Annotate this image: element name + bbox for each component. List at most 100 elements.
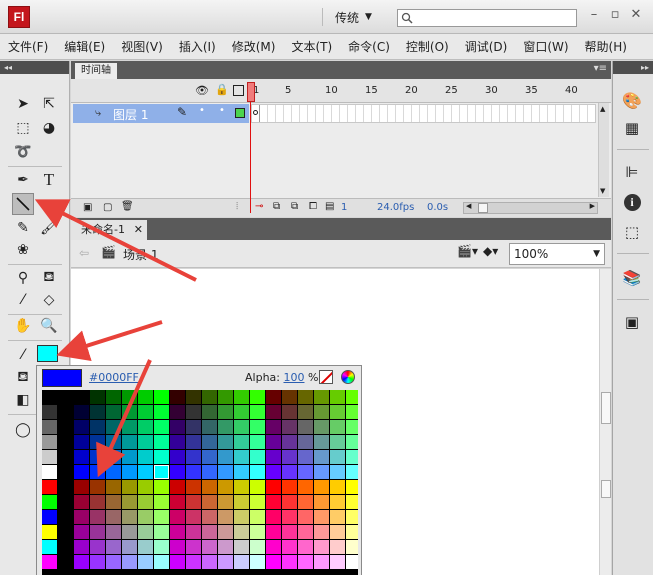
color-swatch[interactable] — [282, 525, 297, 539]
color-swatch[interactable] — [202, 510, 217, 524]
layer-name[interactable]: 图层 1 — [113, 106, 148, 123]
eraser-tool-icon[interactable]: ◇ — [38, 289, 60, 311]
color-swatch[interactable] — [74, 510, 89, 524]
color-swatch[interactable] — [106, 405, 121, 419]
menu-file[interactable]: 文件(F) — [8, 38, 48, 55]
color-swatch[interactable] — [74, 405, 89, 419]
color-swatch[interactable] — [106, 465, 121, 479]
color-swatch[interactable] — [266, 450, 281, 464]
color-swatch[interactable] — [266, 435, 281, 449]
text-tool-icon[interactable]: T — [38, 169, 60, 191]
color-swatch[interactable] — [314, 465, 329, 479]
menu-debug[interactable]: 调试(D) — [465, 38, 508, 55]
color-swatch[interactable] — [282, 465, 297, 479]
scroll-down-icon[interactable]: ▼ — [600, 187, 605, 195]
color-swatch[interactable] — [218, 405, 233, 419]
color-swatch[interactable] — [106, 495, 121, 509]
swatches-panel-icon[interactable]: ▦ — [621, 117, 643, 139]
color-swatch[interactable] — [74, 480, 89, 494]
3d-rotation-tool-icon[interactable]: ◕ — [38, 117, 60, 139]
elapsed-time[interactable]: 0.0s — [427, 202, 448, 213]
color-swatch[interactable] — [138, 465, 153, 479]
lock-dot[interactable]: • — [219, 105, 225, 116]
color-swatch[interactable] — [346, 495, 358, 509]
color-swatch[interactable] — [330, 495, 345, 509]
color-swatch[interactable] — [58, 510, 73, 524]
color-swatch[interactable] — [330, 525, 345, 539]
color-swatch[interactable] — [314, 540, 329, 554]
color-swatch[interactable] — [234, 465, 249, 479]
restore-icon[interactable]: ▫ — [607, 7, 623, 23]
color-swatch[interactable] — [74, 465, 89, 479]
color-swatch[interactable] — [90, 480, 105, 494]
color-swatch[interactable] — [202, 390, 217, 404]
swap-colors-icon[interactable]: ◧ — [12, 389, 34, 411]
edit-symbols-icon[interactable]: ◆▾ — [483, 244, 498, 258]
color-swatch[interactable] — [154, 525, 169, 539]
workspace-switcher[interactable]: 传统 ▼ — [322, 8, 372, 26]
color-swatch[interactable] — [314, 480, 329, 494]
panel-menu-icon[interactable]: ▾≡ — [594, 63, 607, 74]
color-swatch[interactable] — [266, 510, 281, 524]
color-swatch[interactable] — [138, 450, 153, 464]
keyframe[interactable] — [252, 105, 260, 122]
onion-markers-icon[interactable]: ▤ — [325, 201, 334, 212]
transform-panel-icon[interactable]: ⬚ — [621, 221, 643, 243]
scroll-thumb[interactable] — [478, 203, 488, 213]
color-swatch[interactable] — [122, 495, 137, 509]
color-swatch[interactable] — [346, 525, 358, 539]
color-swatch[interactable] — [298, 540, 313, 554]
color-swatch[interactable] — [58, 435, 73, 449]
color-swatch[interactable] — [202, 540, 217, 554]
color-swatch[interactable] — [106, 435, 121, 449]
no-color-icon[interactable] — [319, 370, 333, 384]
color-swatch[interactable] — [122, 465, 137, 479]
color-swatch[interactable] — [298, 480, 313, 494]
color-swatch[interactable] — [186, 435, 201, 449]
color-swatch[interactable] — [186, 465, 201, 479]
menu-control[interactable]: 控制(O) — [406, 38, 449, 55]
stroke-color-swatch[interactable] — [37, 345, 58, 362]
color-swatch[interactable] — [330, 405, 345, 419]
zoom-tool-icon[interactable]: 🔍 — [38, 315, 60, 337]
menu-commands[interactable]: 命令(C) — [348, 38, 390, 55]
close-icon[interactable]: ✕ — [628, 7, 644, 23]
color-swatch[interactable] — [170, 525, 185, 539]
color-swatch[interactable] — [58, 390, 73, 404]
document-tab[interactable]: 未命名-1 ✕ — [71, 220, 147, 240]
color-swatch[interactable] — [330, 390, 345, 404]
color-swatch[interactable] — [58, 405, 73, 419]
color-swatch[interactable] — [234, 555, 249, 569]
color-swatch[interactable] — [218, 465, 233, 479]
color-swatch[interactable] — [346, 450, 358, 464]
color-swatch[interactable] — [154, 420, 169, 434]
color-swatch[interactable] — [282, 480, 297, 494]
color-swatch[interactable] — [74, 555, 89, 569]
color-swatch[interactable] — [314, 435, 329, 449]
color-swatch[interactable] — [58, 450, 73, 464]
menu-view[interactable]: 视图(V) — [121, 38, 163, 55]
color-swatch[interactable] — [218, 495, 233, 509]
new-folder-icon[interactable]: ▢ — [103, 202, 112, 213]
color-swatch[interactable] — [170, 405, 185, 419]
color-swatch[interactable] — [42, 540, 57, 554]
color-swatch[interactable] — [330, 480, 345, 494]
menu-text[interactable]: 文本(T) — [291, 38, 332, 55]
lock-icon[interactable]: 🔒 — [215, 83, 229, 96]
color-swatch[interactable] — [90, 540, 105, 554]
color-swatch[interactable] — [234, 435, 249, 449]
color-swatch[interactable] — [170, 555, 185, 569]
color-swatch[interactable] — [154, 465, 169, 479]
stage-vertical-scrollbar[interactable] — [599, 269, 611, 575]
color-swatch[interactable] — [282, 555, 297, 569]
color-swatch[interactable] — [58, 420, 73, 434]
visibility-dot[interactable]: • — [199, 105, 205, 116]
color-swatch[interactable] — [298, 525, 313, 539]
color-swatch[interactable] — [234, 510, 249, 524]
color-swatch[interactable] — [202, 435, 217, 449]
color-swatch[interactable] — [202, 420, 217, 434]
color-swatch[interactable] — [250, 450, 265, 464]
color-swatch[interactable] — [170, 480, 185, 494]
menu-modify[interactable]: 修改(M) — [232, 38, 276, 55]
color-swatch[interactable] — [90, 555, 105, 569]
